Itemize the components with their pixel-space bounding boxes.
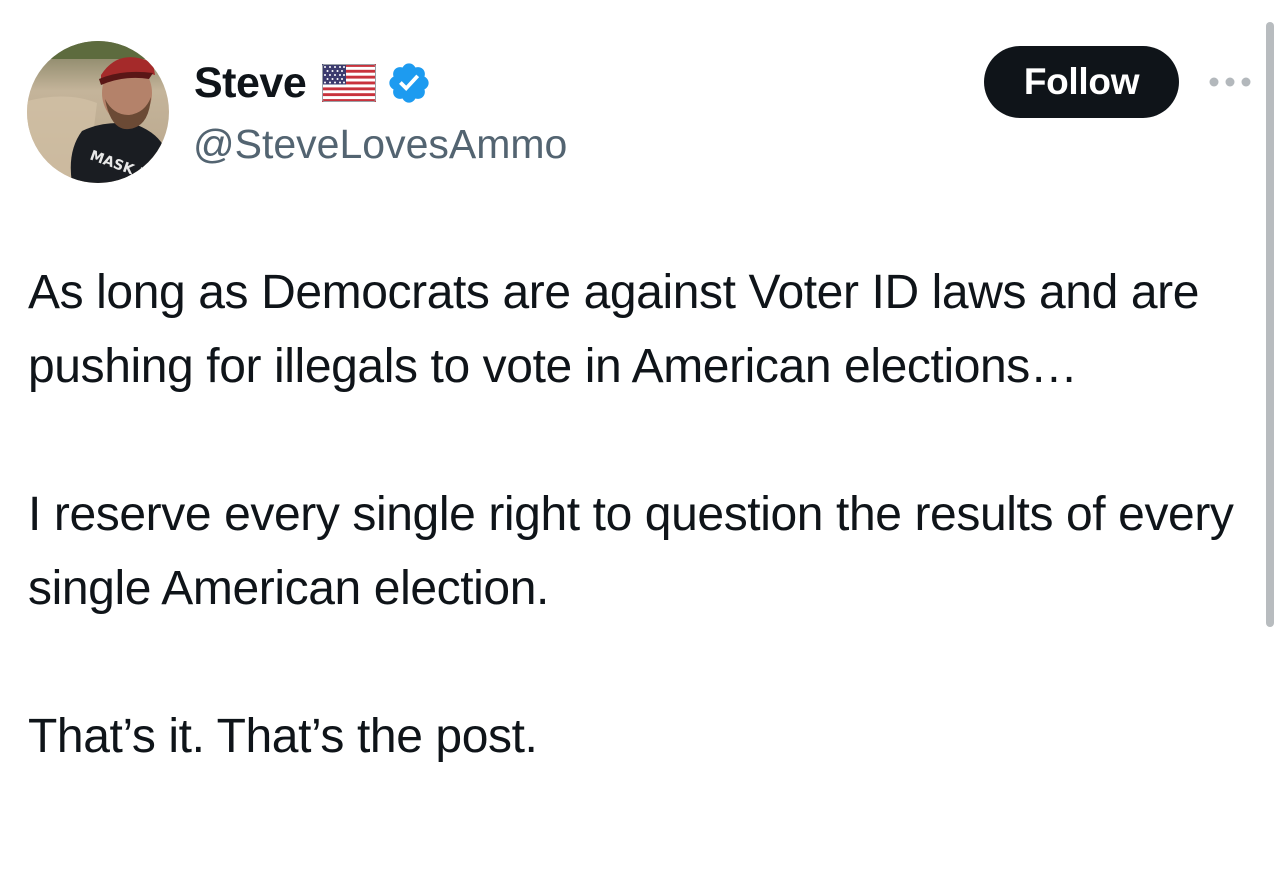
- post-paragraph: I reserve every single right to question…: [28, 488, 1234, 615]
- author-display-name[interactable]: Steve: [194, 56, 307, 110]
- follow-button[interactable]: Follow: [984, 46, 1179, 118]
- scrollbar[interactable]: [1266, 22, 1274, 627]
- us-flag-icon: [322, 64, 377, 102]
- post-paragraph: As long as Democrats are against Voter I…: [28, 266, 1199, 393]
- post-text: As long as Democrats are against Voter I…: [28, 256, 1243, 774]
- author-handle[interactable]: @SteveLovesAmmo: [193, 118, 567, 170]
- verified-badge-icon[interactable]: [386, 60, 432, 106]
- post-paragraph: That’s it. That’s the post.: [28, 710, 538, 763]
- author-name-row: Steve: [194, 56, 432, 110]
- more-options-icon[interactable]: [1206, 70, 1254, 94]
- avatar[interactable]: MASK FREE: [27, 41, 169, 183]
- tweet-card: MASK FREE Steve @SteveLovesAmmo Follow A…: [0, 0, 1284, 887]
- avatar-photo: MASK FREE: [27, 41, 169, 183]
